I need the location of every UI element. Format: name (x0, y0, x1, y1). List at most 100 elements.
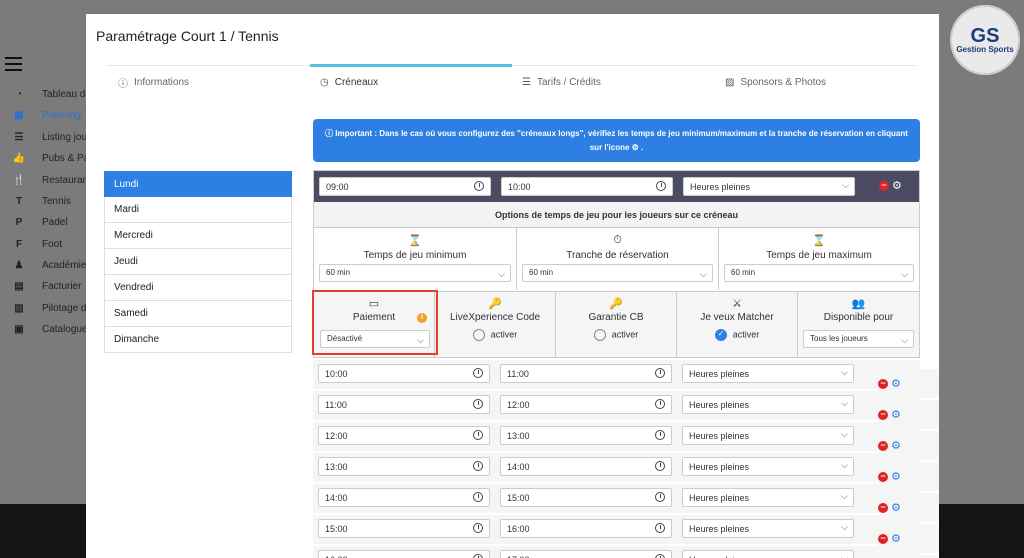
sidebar-item-8[interactable]: F Foot (12, 236, 62, 252)
day-vendredi[interactable]: Vendredi (104, 275, 292, 301)
day-lundi[interactable]: Lundi (104, 171, 292, 197)
time-value: 17:00 (507, 555, 530, 558)
slot-mode-select[interactable]: Heures pleines ⌵ (683, 177, 855, 196)
remove-icon[interactable]: − (878, 409, 888, 420)
tab-tarifs[interactable]: ☰ Tarifs / Crédits (522, 74, 601, 90)
coins-icon: ☰ (522, 76, 531, 88)
sidebar (0, 0, 90, 504)
letter-f-icon: F (15, 238, 23, 250)
key-icon: 🔑 (488, 298, 502, 310)
time-value: 09:00 (326, 181, 349, 192)
slot-mode-select[interactable]: Heures pleines ⌵ (682, 426, 854, 445)
slot-mode-select[interactable]: Heures pleines ⌵ (682, 519, 854, 538)
slot-end-input[interactable]: 12:00 (500, 395, 672, 414)
slot-mode-select[interactable]: Heures pleines ⌵ (682, 395, 854, 414)
slot-start-input[interactable]: 09:00 (319, 177, 491, 196)
clock-icon (473, 368, 483, 378)
slot-start-input[interactable]: 15:00 (318, 519, 490, 538)
calendar-icon: ▦ (14, 109, 24, 121)
select-value: 60 min (731, 268, 756, 277)
tab-creneaux[interactable]: ◷ Créneaux (320, 74, 378, 90)
gear-icon[interactable]: ⚙ (891, 471, 901, 482)
day-jeudi[interactable]: Jeudi (104, 249, 292, 275)
clock-icon (655, 554, 665, 558)
remove-icon[interactable]: − (878, 502, 888, 513)
select-value: Heures pleines (689, 430, 750, 441)
remove-icon[interactable]: − (878, 440, 888, 451)
slot-start-input[interactable]: 10:00 (318, 364, 490, 383)
gear-icon[interactable]: ⚙ (891, 533, 901, 544)
slot-duration-cell: ⏱ Tranche de réservation 60 min ⌵ (517, 228, 719, 290)
gear-icon[interactable]: ⚙ (891, 378, 901, 389)
slot-end-input[interactable]: 17:00 (500, 550, 672, 558)
sidebar-item-label: Tennis (42, 195, 71, 207)
day-mardi[interactable]: Mardi (104, 197, 292, 223)
remove-icon[interactable]: − (879, 181, 889, 191)
time-value: 11:00 (325, 399, 347, 410)
slot-mode-select[interactable]: Heures pleines ⌵ (682, 488, 854, 507)
slot-start-input[interactable]: 13:00 (318, 457, 490, 476)
slot-end-input[interactable]: 14:00 (500, 457, 672, 476)
day-dimanche[interactable]: Dimanche (104, 327, 292, 353)
clock-icon (473, 399, 483, 409)
disponible-label: Disponible pour (823, 312, 894, 323)
matcher-cell: ⚔ Je veux Matcher activer (677, 291, 798, 357)
hamburger-menu-icon[interactable] (5, 57, 22, 71)
slot-mode-select[interactable]: Heures pleines ⌵ (682, 457, 854, 476)
tab-informations[interactable]: ⓘ Informations (118, 74, 189, 90)
chevron-down-icon: ⌵ (841, 553, 848, 558)
clock-icon (473, 461, 483, 471)
select-value: Tous les joueurs (810, 334, 868, 343)
gear-icon[interactable]: ⚙ (891, 440, 901, 451)
tab-label: Informations (134, 76, 190, 88)
slot-duration-select[interactable]: 60 min ⌵ (522, 264, 713, 282)
sidebar-item-9[interactable]: ♟ Académie (12, 257, 87, 273)
slot-start-input[interactable]: 16:00 (318, 550, 490, 558)
options-title: Options de temps de jeu pour les joueurs… (314, 202, 919, 228)
gear-icon[interactable]: ⚙ (892, 181, 902, 192)
sidebar-item-2[interactable]: ▦ Planning (12, 107, 81, 123)
slot-end-input[interactable]: 13:00 (500, 426, 672, 445)
sidebar-item-6[interactable]: T Tennis (12, 193, 71, 209)
hourglass-icon: ⌛ (812, 235, 826, 247)
slot-end-input[interactable]: 10:00 (501, 177, 673, 196)
radio[interactable] (593, 329, 606, 341)
slot-start-input[interactable]: 14:00 (318, 488, 490, 507)
brand-logo[interactable]: GS Gestion Sports (950, 5, 1020, 75)
slot-end-input[interactable]: 15:00 (500, 488, 672, 507)
remove-icon[interactable]: − (878, 533, 888, 544)
max-duration-select[interactable]: 60 min ⌵ (724, 264, 914, 282)
clock-icon (655, 492, 665, 502)
slot-mode-select[interactable]: Heures pleines ⌵ (682, 364, 854, 383)
min-duration-select[interactable]: 60 min ⌵ (319, 264, 511, 282)
remove-icon[interactable]: − (878, 378, 888, 389)
remove-icon[interactable]: − (878, 471, 888, 482)
slot-end-input[interactable]: 16:00 (500, 519, 672, 538)
slot-mode-select[interactable]: Heures pleines ⌵ (682, 550, 854, 558)
sidebar-item-12[interactable]: ▣ Catalogue (12, 321, 87, 337)
time-value: 13:00 (325, 461, 348, 472)
day-mercredi[interactable]: Mercredi (104, 223, 292, 249)
slot-end-input[interactable]: 11:00 (500, 364, 672, 383)
time-value: 11:00 (507, 368, 529, 379)
day-samedi[interactable]: Samedi (104, 301, 292, 327)
thumbs-up-icon: 👍 (12, 152, 26, 164)
slot-start-input[interactable]: 12:00 (318, 426, 490, 445)
garantie-toggle[interactable]: activer (556, 329, 676, 341)
sidebar-item-7[interactable]: P Padel (12, 214, 68, 230)
clock-icon (473, 492, 483, 502)
sidebar-item-10[interactable]: ▤ Facturier (12, 278, 81, 294)
gear-icon[interactable]: ⚙ (891, 502, 901, 513)
stopwatch-icon: ⏱ (613, 234, 622, 246)
radio-checked[interactable] (714, 329, 727, 341)
slot-start-input[interactable]: 11:00 (318, 395, 490, 414)
slot-row: 13:00 14:00 Heures pleines ⌵ − ⚙ (313, 453, 939, 491)
radio-label: activer (611, 329, 639, 340)
matcher-toggle[interactable]: activer (677, 329, 797, 341)
gear-icon[interactable]: ⚙ (891, 409, 901, 420)
tab-sponsors[interactable]: ▨ Sponsors & Photos (725, 74, 826, 90)
sidebar-item-5[interactable]: 🍴 Restaurant (12, 172, 91, 188)
disponible-select[interactable]: Tous les joueurs ⌵ (803, 330, 914, 348)
radio[interactable] (472, 329, 485, 341)
livexperience-toggle[interactable]: activer (435, 329, 555, 341)
